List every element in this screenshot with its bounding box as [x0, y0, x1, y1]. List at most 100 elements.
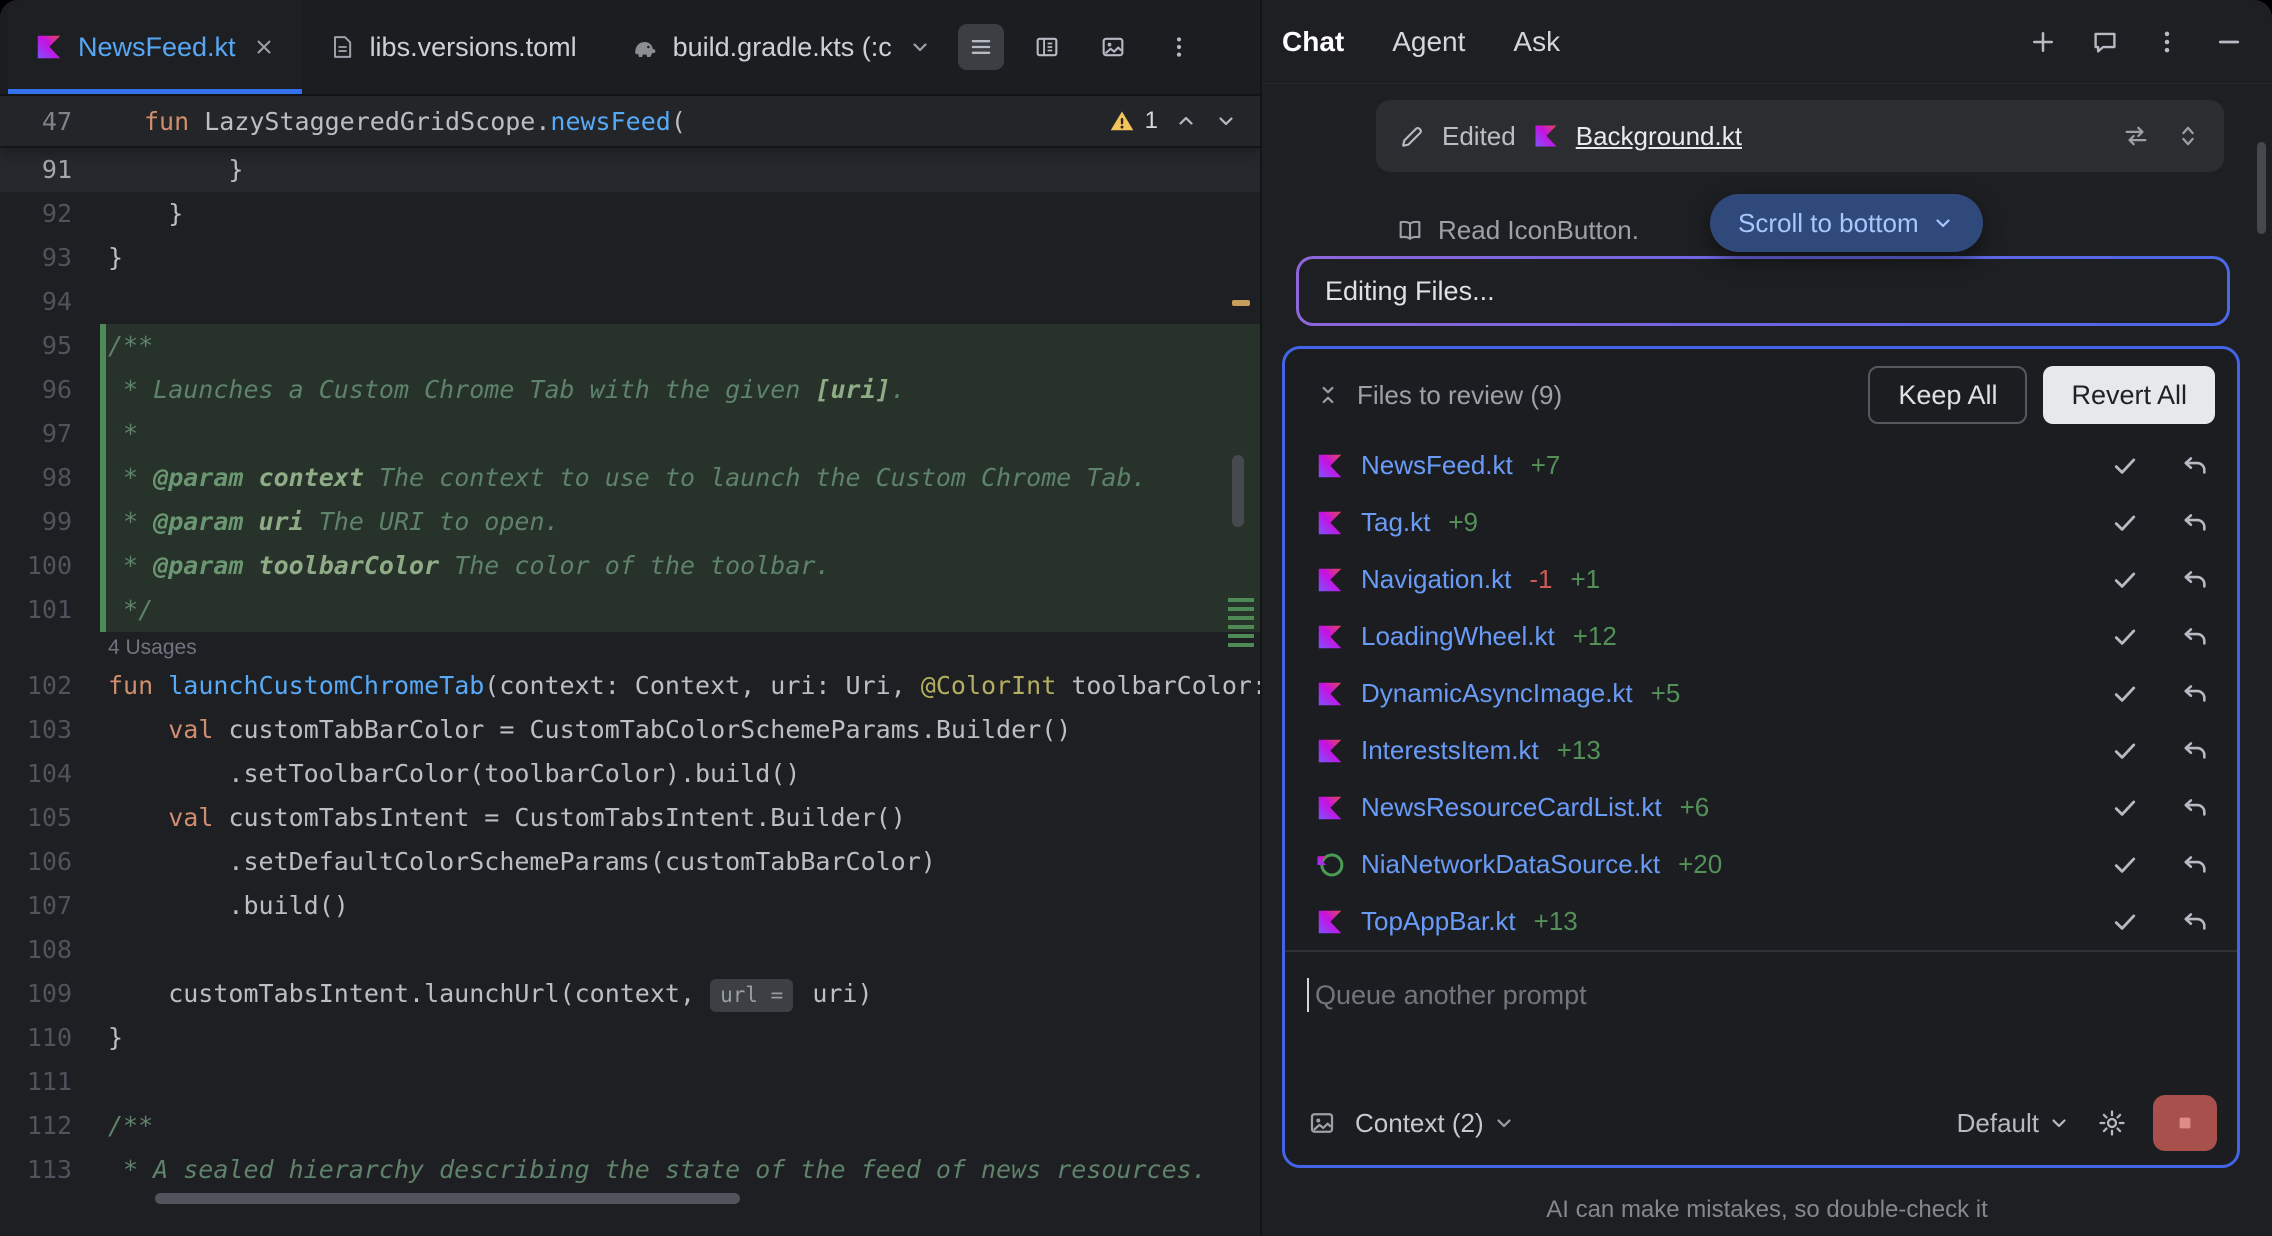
keep-file-check-icon[interactable] [2111, 452, 2139, 480]
usages-hint[interactable]: 4 Usages [0, 632, 1260, 664]
code-text[interactable]: * Launches a Custom Chrome Tab with the … [100, 368, 1260, 412]
revert-file-icon[interactable] [2181, 908, 2209, 936]
line-number[interactable]: 91 [0, 148, 100, 192]
line-number[interactable]: 96 [0, 368, 100, 412]
line-number[interactable]: 97 [0, 412, 100, 456]
file-link[interactable]: Navigation.kt [1361, 564, 1511, 595]
revert-file-icon[interactable] [2181, 452, 2209, 480]
line-number[interactable]: 104 [0, 752, 100, 796]
line-number[interactable]: 99 [0, 500, 100, 544]
review-file-row[interactable]: DynamicAsyncImage.kt+5 [1285, 665, 2237, 722]
line-number[interactable]: 113 [0, 1148, 100, 1192]
line-number[interactable]: 94 [0, 280, 100, 324]
revert-file-icon[interactable] [2181, 566, 2209, 594]
stop-generation-button[interactable] [2153, 1095, 2217, 1151]
more-options-button[interactable] [1156, 24, 1202, 70]
tab-ask[interactable]: Ask [1513, 26, 1560, 58]
hide-panel-icon[interactable] [2214, 27, 2244, 57]
scroll-to-bottom-button[interactable]: Scroll to bottom [1710, 194, 1983, 252]
new-chat-icon[interactable] [2028, 27, 2058, 57]
line-number[interactable]: 108 [0, 928, 100, 972]
more-options-icon[interactable] [2152, 27, 2182, 57]
file-link[interactable]: NiaNetworkDataSource.kt [1361, 849, 1660, 880]
tab-agent[interactable]: Agent [1392, 26, 1465, 58]
image-preview-button[interactable] [1090, 24, 1136, 70]
close-icon[interactable] [252, 35, 276, 59]
code-text[interactable]: customTabsIntent.launchUrl(context, url … [100, 972, 1260, 1016]
code-text[interactable]: } [100, 1016, 1260, 1060]
line-number[interactable]: 98 [0, 456, 100, 500]
line-number[interactable]: 110 [0, 1016, 100, 1060]
code-text[interactable]: val customTabBarColor = CustomTabColorSc… [100, 708, 1260, 752]
code-text[interactable]: */ [100, 588, 1260, 632]
show-diff-icon[interactable] [2122, 122, 2150, 150]
next-warning-icon[interactable] [1214, 109, 1238, 133]
code-text[interactable] [100, 280, 1260, 324]
file-link[interactable]: LoadingWheel.kt [1361, 621, 1555, 652]
revert-file-icon[interactable] [2181, 680, 2209, 708]
code-text[interactable]: /** [100, 324, 1260, 368]
edited-file-link[interactable]: Background.kt [1576, 121, 1742, 152]
code-text[interactable]: } [100, 236, 1260, 280]
chevron-down-icon[interactable] [1492, 1111, 1516, 1135]
edited-file-card[interactable]: Edited Background.kt [1376, 100, 2224, 172]
tab-chat[interactable]: Chat [1282, 26, 1344, 58]
line-number[interactable]: 101 [0, 588, 100, 632]
revert-file-icon[interactable] [2181, 851, 2209, 879]
revert-file-icon[interactable] [2181, 509, 2209, 537]
review-file-row[interactable]: LoadingWheel.kt+12 [1285, 608, 2237, 665]
previous-warning-icon[interactable] [1174, 109, 1198, 133]
code-text[interactable]: /** [100, 1104, 1260, 1148]
review-file-row[interactable]: Navigation.kt-1+1 [1285, 551, 2237, 608]
line-number[interactable]: 107 [0, 884, 100, 928]
keep-file-check-icon[interactable] [2111, 680, 2139, 708]
warning-stripe-mark[interactable] [1232, 300, 1250, 306]
revert-file-icon[interactable] [2181, 623, 2209, 651]
line-number[interactable]: 93 [0, 236, 100, 280]
code-text[interactable]: .setDefaultColorSchemeParams(customTabBa… [100, 840, 1260, 884]
editor-horizontal-scrollbar[interactable] [155, 1193, 740, 1204]
code-text[interactable]: fun LazyStaggeredGridScope.newsFeed( [100, 107, 686, 136]
keep-file-check-icon[interactable] [2111, 737, 2139, 765]
review-file-row[interactable]: TopAppBar.kt+13 [1285, 893, 2237, 950]
code-text[interactable]: } [100, 192, 1260, 236]
review-file-row[interactable]: NewsFeed.kt+7 [1285, 437, 2237, 494]
file-link[interactable]: NewsFeed.kt [1361, 450, 1513, 481]
attach-image-icon[interactable] [1307, 1108, 1337, 1138]
expand-icon[interactable] [2174, 122, 2202, 150]
line-number[interactable]: 111 [0, 1060, 100, 1104]
file-link[interactable]: InterestsItem.kt [1361, 735, 1539, 766]
keep-file-check-icon[interactable] [2111, 623, 2139, 651]
line-number[interactable]: 100 [0, 544, 100, 588]
line-number[interactable]: 92 [0, 192, 100, 236]
tab-libs-versions-toml[interactable]: libs.versions.toml [302, 0, 603, 94]
list-view-button[interactable] [958, 24, 1004, 70]
line-number[interactable]: 105 [0, 796, 100, 840]
review-file-row[interactable]: NiaNetworkDataSource.kt+20 [1285, 836, 2237, 893]
review-file-row[interactable]: InterestsItem.kt+13 [1285, 722, 2237, 779]
editor-vertical-scrollbar[interactable] [1232, 455, 1244, 527]
file-link[interactable]: NewsResourceCardList.kt [1361, 792, 1662, 823]
chat-history-icon[interactable] [2090, 27, 2120, 57]
keep-file-check-icon[interactable] [2111, 908, 2139, 936]
line-number[interactable]: 106 [0, 840, 100, 884]
revert-all-button[interactable]: Revert All [2043, 366, 2215, 424]
chevron-down-icon[interactable] [908, 35, 932, 59]
line-number[interactable]: 103 [0, 708, 100, 752]
revert-file-icon[interactable] [2181, 737, 2209, 765]
code-text[interactable]: * [100, 412, 1260, 456]
keep-file-check-icon[interactable] [2111, 566, 2139, 594]
tab-build-gradle-kts[interactable]: build.gradle.kts (:c [603, 0, 958, 94]
code-editor[interactable]: 91 }92 }93}9495/**96 * Launches a Custom… [0, 148, 1260, 1236]
line-number[interactable]: 109 [0, 972, 100, 1016]
code-text[interactable]: val customTabsIntent = CustomTabsIntent.… [100, 796, 1260, 840]
model-selector[interactable]: Default [1957, 1108, 2071, 1139]
code-text[interactable]: * @param uri The URI to open. [100, 500, 1260, 544]
prompt-area[interactable]: Queue another prompt Context (2) Default [1285, 950, 2237, 1165]
code-text[interactable]: } [100, 148, 1260, 192]
line-number[interactable]: 112 [0, 1104, 100, 1148]
keep-all-button[interactable]: Keep All [1868, 366, 2027, 424]
review-file-row[interactable]: NewsResourceCardList.kt+6 [1285, 779, 2237, 836]
diff-stripe-marks[interactable] [1228, 598, 1254, 650]
code-text[interactable]: * @param toolbarColor The color of the t… [100, 544, 1260, 588]
